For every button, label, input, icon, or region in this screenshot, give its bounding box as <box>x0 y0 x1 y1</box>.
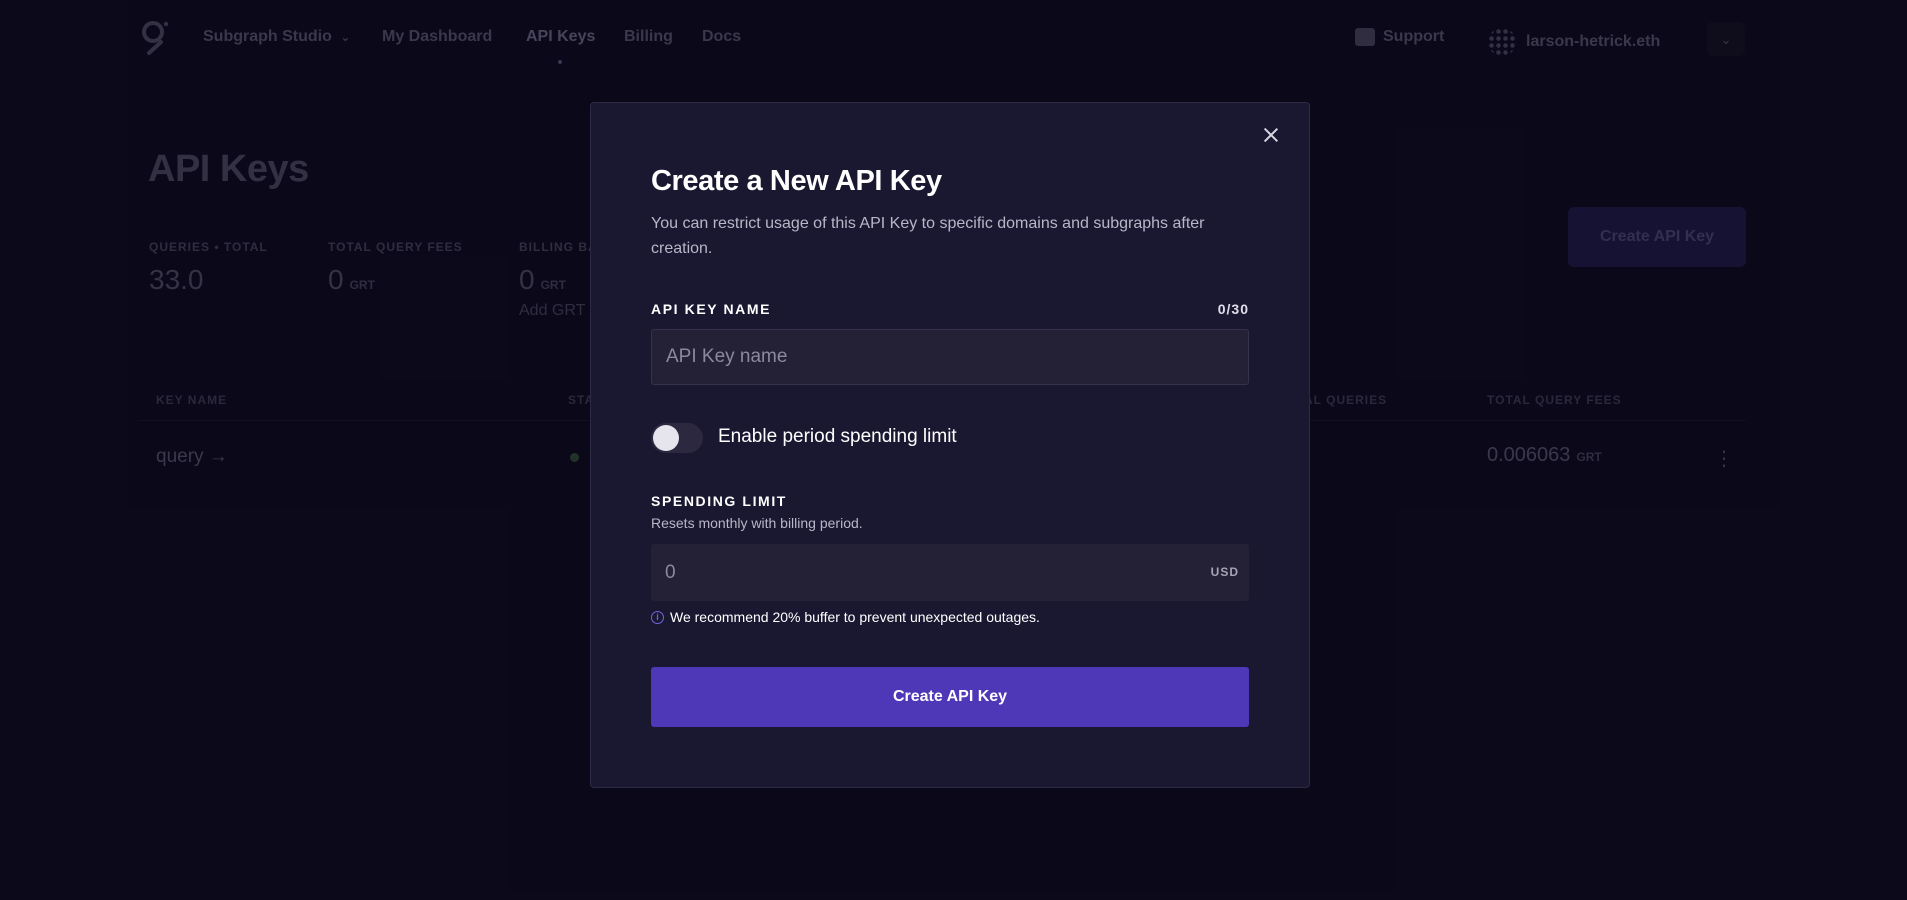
buffer-recommendation-text: We recommend 20% buffer to prevent unexp… <box>670 609 1040 625</box>
spending-limit-toggle[interactable] <box>651 423 703 453</box>
close-icon[interactable] <box>1257 121 1285 149</box>
dialog-subtitle: You can restrict usage of this API Key t… <box>651 215 1205 257</box>
spending-limit-label: SPENDING LIMIT <box>651 493 787 509</box>
spending-limit-hint: Resets monthly with billing period. <box>651 515 863 531</box>
buffer-recommendation: i We recommend 20% buffer to prevent une… <box>651 609 1040 625</box>
spending-limit-field: USD <box>651 544 1249 601</box>
api-key-name-input[interactable] <box>651 329 1249 385</box>
api-key-name-label: API KEY NAME <box>651 301 772 317</box>
create-api-key-button[interactable]: Create API Key <box>651 667 1249 727</box>
toggle-knob <box>653 425 679 451</box>
spending-limit-input[interactable] <box>651 544 1171 601</box>
character-counter: 0/30 <box>1217 301 1249 317</box>
create-api-key-dialog: Create a New API Key You can restrict us… <box>590 102 1310 788</box>
dialog-title: Create a New API Key <box>651 165 942 197</box>
currency-unit: USD <box>1210 565 1239 579</box>
spending-limit-toggle-label: Enable period spending limit <box>718 426 957 447</box>
info-icon: i <box>651 610 664 624</box>
